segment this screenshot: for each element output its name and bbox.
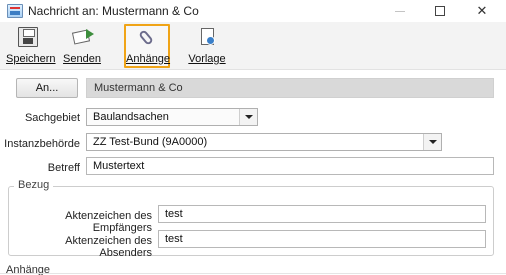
minimize-button[interactable] <box>380 0 420 22</box>
chevron-down-icon[interactable] <box>423 134 441 150</box>
maximize-icon <box>435 5 445 16</box>
chevron-down-icon[interactable] <box>239 109 257 125</box>
sachgebiet-select[interactable]: Baulandsachen <box>86 108 258 126</box>
section-divider <box>0 273 506 274</box>
send-button[interactable]: Senden <box>62 24 102 68</box>
send-envelope-icon <box>71 27 94 47</box>
sachgebiet-value: Baulandsachen <box>93 111 169 123</box>
empfaenger-label: Aktenzeichen des Empfängers <box>65 210 152 234</box>
template-button[interactable]: Vorlage <box>185 24 229 68</box>
save-label: Speichern <box>6 53 56 65</box>
absender-input[interactable]: test <box>158 230 486 248</box>
send-label: Senden <box>63 53 101 65</box>
window-title: Nachricht an: Mustermann & Co <box>28 4 199 18</box>
recipient-button[interactable]: An... <box>16 78 78 98</box>
recipient-field: Mustermann & Co <box>86 78 494 98</box>
paperclip-icon <box>137 27 157 47</box>
bezug-title: Bezug <box>14 179 54 191</box>
betreff-input[interactable]: Mustertext <box>86 157 494 175</box>
attachments-button[interactable]: Anhänge <box>124 24 170 68</box>
title-bar: Nachricht an: Mustermann & Co ✕ <box>0 0 506 22</box>
save-button[interactable]: Speichern <box>6 24 56 68</box>
instanz-value: ZZ Test-Bund (9A0000) <box>93 136 208 148</box>
instanz-label: Instanzbehörde <box>4 138 80 150</box>
template-label: Vorlage <box>188 53 226 65</box>
toolbar: Speichern Senden Anhänge Vorlage <box>0 22 506 70</box>
empfaenger-input[interactable]: test <box>158 205 486 223</box>
close-button[interactable]: ✕ <box>462 0 502 22</box>
betreff-label: Betreff <box>47 162 80 174</box>
template-document-icon <box>197 27 217 47</box>
minimize-icon <box>395 11 405 13</box>
sachgebiet-label: Sachgebiet <box>24 112 80 124</box>
app-icon <box>7 4 23 18</box>
attachments-label: Anhänge <box>126 53 171 65</box>
instanz-select[interactable]: ZZ Test-Bund (9A0000) <box>86 133 442 151</box>
close-icon: ✕ <box>476 3 488 18</box>
absender-label: Aktenzeichen des Absenders <box>65 235 152 259</box>
maximize-button[interactable] <box>420 0 460 22</box>
floppy-disk-icon <box>18 27 38 47</box>
